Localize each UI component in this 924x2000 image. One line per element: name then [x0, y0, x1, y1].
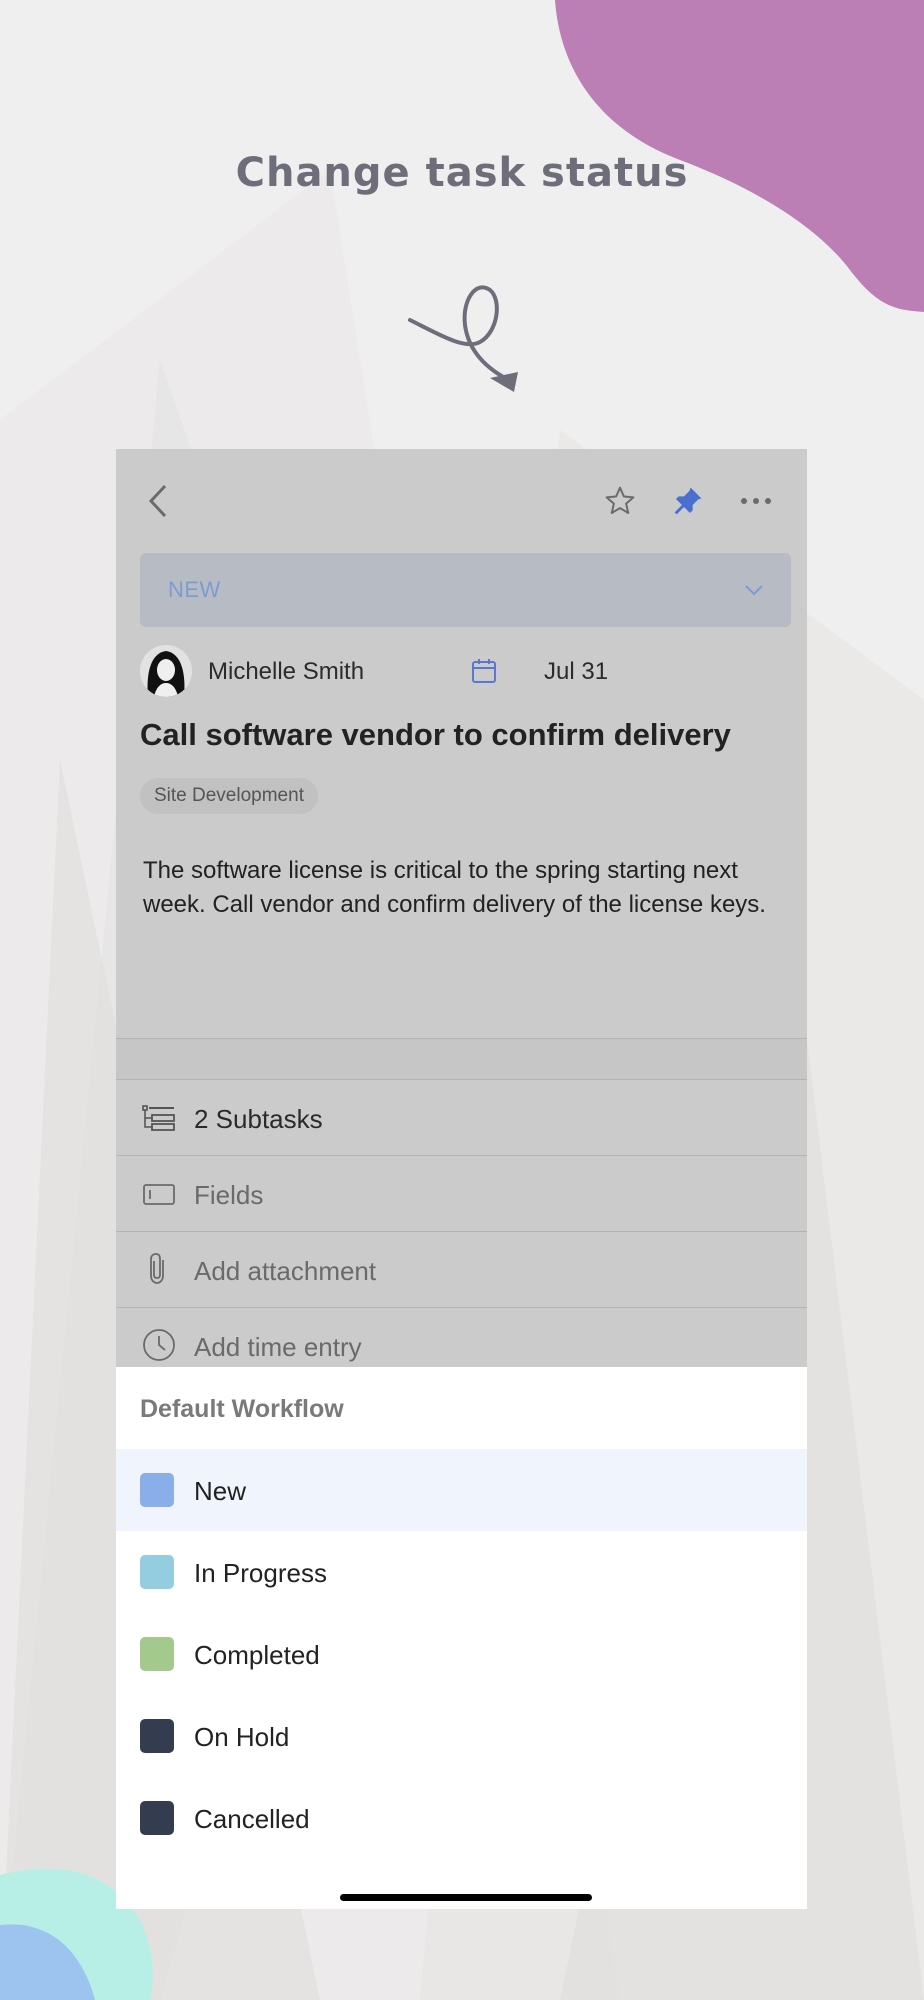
star-icon [605, 486, 635, 514]
add-attachment-label: Add attachment [194, 1256, 377, 1286]
status-option-on-hold[interactable]: On Hold [116, 1695, 807, 1777]
status-option-label: Completed [194, 1640, 320, 1670]
status-value: NEW [168, 577, 221, 602]
favorite-button[interactable] [598, 479, 642, 523]
assignee-name[interactable]: Michelle Smith [208, 658, 364, 686]
subtasks-icon [142, 1105, 175, 1131]
chevron-left-icon [148, 484, 167, 518]
status-option-cancelled[interactable]: Cancelled [116, 1777, 807, 1859]
project-tag[interactable]: Site Development [140, 778, 318, 814]
status-option-new[interactable]: New [116, 1449, 807, 1531]
status-color-swatch [140, 1473, 174, 1507]
task-detail-screen: NEW Michelle Smith Jul 31 Call software … [116, 449, 807, 1909]
task-description[interactable]: The software license is critical to the … [143, 854, 783, 922]
task-title[interactable]: Call software vendor to confirm delivery [140, 717, 790, 753]
subtasks-row[interactable]: 2 Subtasks [116, 1080, 807, 1156]
top-toolbar [116, 449, 807, 549]
status-color-swatch [140, 1637, 174, 1671]
clock-icon [143, 1329, 175, 1361]
status-color-swatch [140, 1719, 174, 1753]
workflow-title: Default Workflow [140, 1395, 344, 1423]
paperclip-icon [150, 1253, 164, 1284]
task-meta-row: Michelle Smith Jul 31 [140, 641, 790, 701]
status-option-label: On Hold [194, 1722, 290, 1752]
avatar[interactable] [140, 645, 192, 697]
status-option-label: Cancelled [194, 1804, 310, 1834]
status-option-label: In Progress [194, 1558, 327, 1588]
calendar-icon[interactable] [470, 657, 498, 685]
section-divider [116, 1038, 807, 1080]
pin-icon [674, 487, 702, 515]
curly-arrow-icon [408, 285, 518, 392]
status-color-swatch [140, 1801, 174, 1835]
status-option-in-progress[interactable]: In Progress [116, 1531, 807, 1613]
add-time-entry-label: Add time entry [194, 1332, 362, 1362]
chevron-down-icon [745, 585, 763, 596]
pin-button[interactable] [666, 479, 710, 523]
home-indicator[interactable] [340, 1894, 592, 1901]
status-dropdown[interactable]: NEW [140, 553, 791, 627]
fields-row[interactable]: Fields [116, 1156, 807, 1232]
fields-label: Fields [194, 1180, 264, 1210]
subtasks-label: 2 Subtasks [194, 1104, 323, 1134]
person-avatar-icon [140, 645, 192, 697]
fields-icon [143, 1184, 175, 1205]
add-attachment-row[interactable]: Add attachment [116, 1232, 807, 1308]
due-date[interactable]: Jul 31 [544, 658, 608, 686]
page-headline: Change task status [235, 150, 689, 196]
workflow-status-sheet: Default Workflow New In Progress Complet… [116, 1367, 807, 1909]
more-dots-icon [741, 498, 771, 504]
status-color-swatch [140, 1555, 174, 1589]
status-option-completed[interactable]: Completed [116, 1613, 807, 1695]
status-option-label: New [194, 1476, 247, 1506]
back-button[interactable] [136, 479, 180, 523]
more-options-button[interactable] [734, 479, 778, 523]
